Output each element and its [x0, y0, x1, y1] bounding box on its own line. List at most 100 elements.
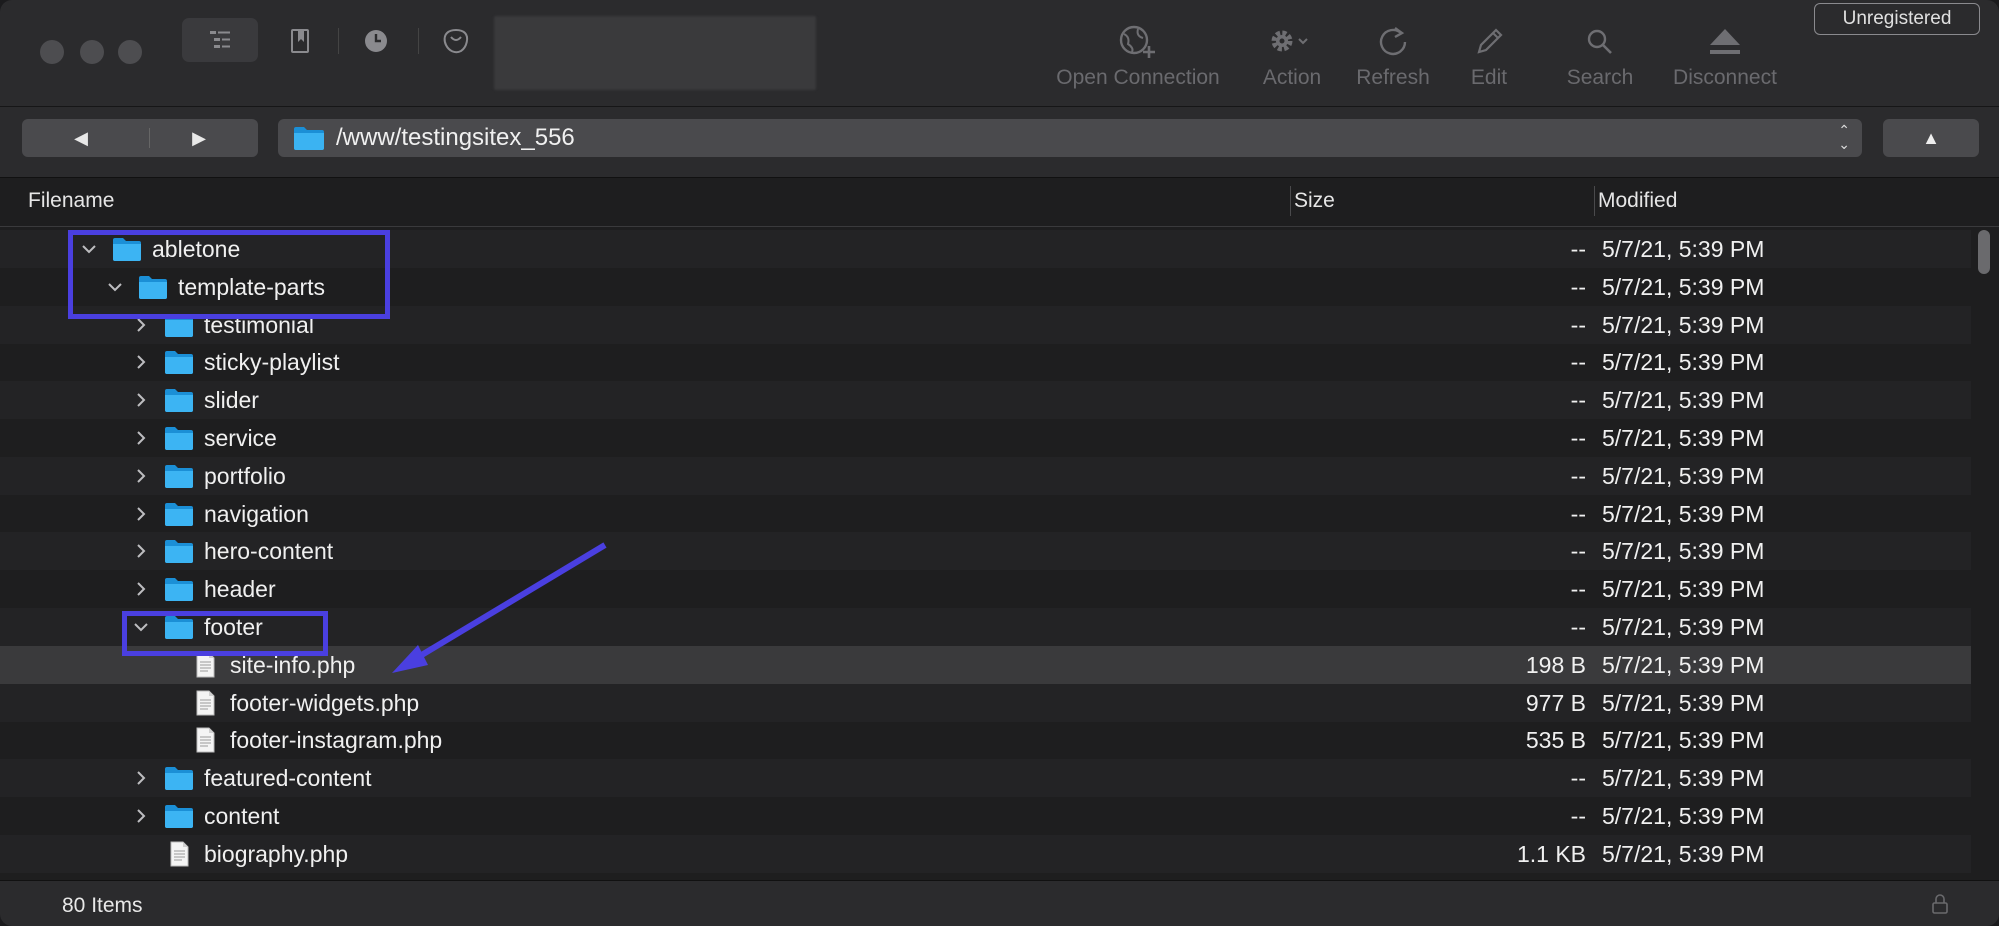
action-label: Action — [1262, 66, 1322, 89]
bonjour-icon — [443, 29, 469, 54]
zoom-window-button[interactable] — [118, 40, 142, 64]
folder-row[interactable]: abletone -- 5/7/21, 5:39 PM — [0, 230, 1971, 268]
chevron-down-icon[interactable] — [80, 238, 98, 260]
bonjour-button[interactable] — [440, 25, 472, 57]
blurred-region — [494, 16, 816, 90]
row-filename: sticky-playlist — [204, 349, 340, 376]
row-size: 198 B — [1525, 651, 1586, 678]
chevron-right-icon[interactable] — [132, 389, 150, 411]
document-icon — [190, 690, 220, 716]
folder-icon — [164, 614, 194, 640]
row-size: 1.1 KB — [1516, 840, 1586, 867]
parent-directory-button[interactable]: ▲ — [1883, 119, 1979, 157]
action-button[interactable]: Action — [1250, 22, 1334, 98]
path-selector[interactable]: /www/testingsitex_556 ⌃ ⌄ — [278, 119, 1862, 157]
status-bar: 80 Items — [0, 880, 1999, 926]
folder-row[interactable]: slider -- 5/7/21, 5:39 PM — [0, 381, 1971, 420]
folder-icon — [164, 425, 194, 451]
row-size: -- — [1570, 500, 1586, 527]
path-bar: ◀ ▶ /www/testingsitex_556 ⌃ ⌄ ▲ — [0, 107, 1999, 178]
chevron-right-icon[interactable] — [132, 503, 150, 525]
row-filename: hero-content — [204, 538, 334, 565]
row-filename: slider — [204, 387, 259, 414]
close-window-button[interactable] — [40, 40, 64, 64]
folder-row[interactable]: template-parts -- 5/7/21, 5:39 PM — [0, 268, 1971, 306]
row-filename: portfolio — [204, 462, 286, 489]
open-connection-button[interactable]: Open Connection — [1048, 22, 1228, 98]
file-row[interactable]: site-info.php 198 B 5/7/21, 5:39 PM — [0, 645, 1971, 684]
chevron-right-icon[interactable] — [132, 314, 150, 336]
row-modified: 5/7/21, 5:39 PM — [1602, 765, 1765, 792]
history-button[interactable] — [360, 25, 392, 57]
document-icon — [190, 652, 220, 678]
gear-icon — [1271, 30, 1308, 52]
refresh-button[interactable]: Refresh — [1348, 22, 1438, 98]
disconnect-button[interactable]: Disconnect — [1660, 22, 1790, 98]
file-row[interactable]: footer-instagram.php 535 B 5/7/21, 5:39 PM — [0, 721, 1971, 759]
chevron-down-icon[interactable] — [106, 276, 124, 298]
row-filename: site-info.php — [230, 651, 356, 678]
row-modified: 5/7/21, 5:39 PM — [1602, 614, 1765, 640]
lock-icon — [1932, 894, 1948, 914]
row-filename: biography.php — [204, 840, 349, 867]
folder-row[interactable]: hero-content -- 5/7/21, 5:39 PM — [0, 532, 1971, 571]
folder-row[interactable]: service -- 5/7/21, 5:39 PM — [0, 419, 1971, 457]
search-label: Search — [1566, 66, 1634, 89]
row-modified: 5/7/21, 5:39 PM — [1602, 651, 1765, 678]
folder-icon — [164, 576, 194, 602]
chevron-right-icon[interactable] — [132, 540, 150, 562]
file-row[interactable]: biography.php 1.1 KB 5/7/21, 5:39 PM — [0, 834, 1971, 873]
chevron-right-icon[interactable] — [132, 578, 150, 600]
row-modified: 5/7/21, 5:39 PM — [1602, 576, 1765, 603]
chevron-right-icon[interactable] — [132, 767, 150, 789]
folder-row[interactable]: portfolio -- 5/7/21, 5:39 PM — [0, 456, 1971, 495]
folder-row[interactable]: featured-content -- 5/7/21, 5:39 PM — [0, 759, 1971, 798]
row-size: -- — [1570, 765, 1586, 792]
chevron-right-icon[interactable] — [132, 465, 150, 487]
row-filename: content — [204, 803, 280, 829]
file-row[interactable]: footer-widgets.php 977 B 5/7/21, 5:39 PM — [0, 683, 1971, 722]
scroll-thumb[interactable] — [1978, 230, 1990, 274]
row-size: -- — [1570, 614, 1586, 640]
outline-list-icon — [210, 31, 230, 48]
row-filename: featured-content — [204, 765, 372, 792]
outline-view-button[interactable] — [182, 18, 258, 62]
folder-row[interactable]: footer -- 5/7/21, 5:39 PM — [0, 608, 1971, 646]
folder-row[interactable]: sticky-playlist -- 5/7/21, 5:39 PM — [0, 343, 1971, 381]
row-filename: footer-instagram.php — [230, 727, 443, 754]
column-headers: Filename Size Modified — [0, 178, 1999, 227]
pencil-icon — [1477, 28, 1503, 54]
folder-icon — [164, 312, 194, 338]
minimize-window-button[interactable] — [80, 40, 104, 64]
unregistered-button[interactable]: Unregistered — [1814, 3, 1980, 35]
vertical-scrollbar[interactable] — [1974, 228, 1994, 880]
edit-button[interactable]: Edit — [1456, 22, 1522, 98]
row-filename: navigation — [204, 500, 309, 527]
bookmarks-button[interactable] — [284, 25, 316, 57]
document-icon — [164, 841, 194, 867]
folder-row[interactable]: testimonial -- 5/7/21, 5:39 PM — [0, 305, 1971, 344]
folder-icon — [164, 387, 194, 413]
column-size[interactable]: Size — [1294, 189, 1335, 213]
back-button[interactable]: ◀ — [22, 119, 140, 157]
folder-row[interactable]: content -- 5/7/21, 5:39 PM — [0, 797, 1971, 835]
search-button[interactable]: Search — [1560, 22, 1640, 98]
row-modified: 5/7/21, 5:39 PM — [1602, 462, 1765, 489]
row-size: -- — [1570, 236, 1586, 262]
toolbar: Open Connection Action Refresh Edit Sear… — [0, 0, 1999, 107]
row-modified: 5/7/21, 5:39 PM — [1602, 387, 1765, 414]
chevron-right-icon[interactable] — [132, 427, 150, 449]
folder-icon — [164, 349, 194, 375]
ftp-client-window: Open Connection Action Refresh Edit Sear… — [0, 0, 1999, 926]
folder-row[interactable]: navigation -- 5/7/21, 5:39 PM — [0, 495, 1971, 533]
chevron-right-icon[interactable] — [132, 351, 150, 373]
column-modified[interactable]: Modified — [1598, 189, 1677, 213]
forward-button[interactable]: ▶ — [140, 119, 258, 157]
row-size: 977 B — [1525, 689, 1586, 716]
row-modified: 5/7/21, 5:39 PM — [1602, 273, 1765, 300]
chevron-down-icon[interactable] — [132, 616, 150, 638]
row-filename: service — [204, 425, 277, 451]
folder-row[interactable]: header -- 5/7/21, 5:39 PM — [0, 570, 1971, 608]
column-filename[interactable]: Filename — [28, 189, 114, 213]
chevron-right-icon[interactable] — [132, 805, 150, 827]
